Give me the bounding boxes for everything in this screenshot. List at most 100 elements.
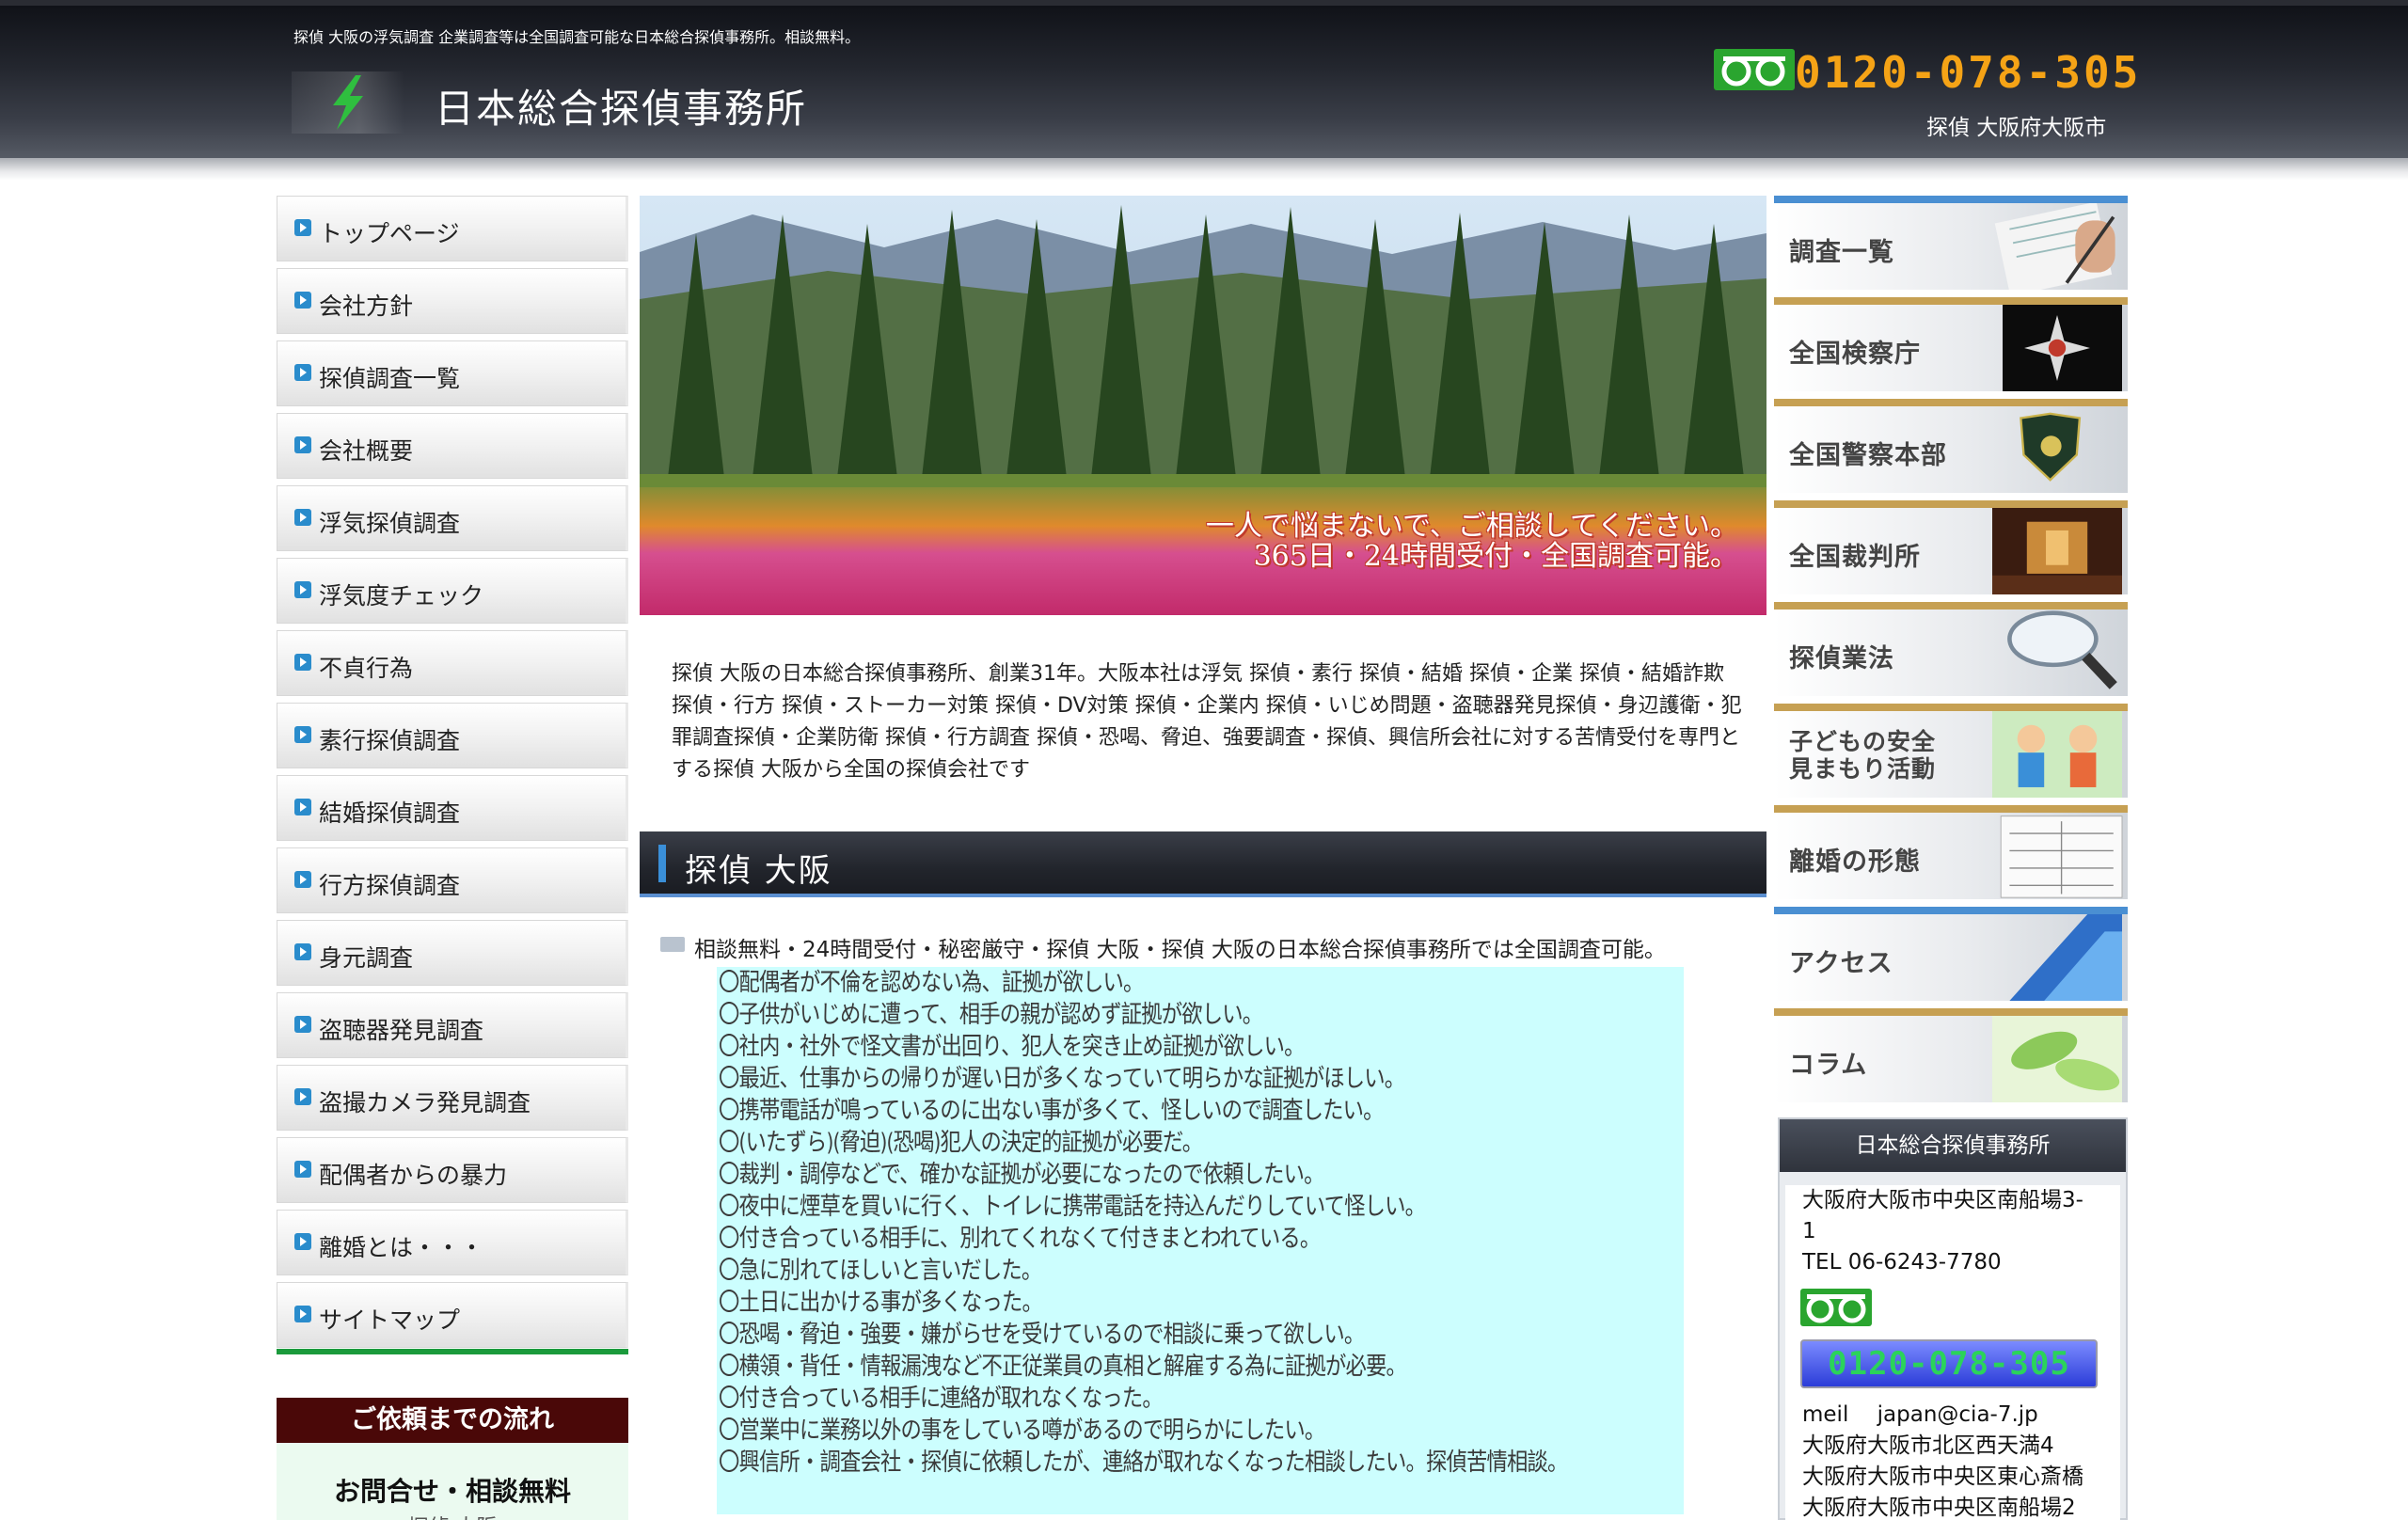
arrow-bullet-icon xyxy=(294,799,311,815)
banner-investigation-list[interactable]: 調査一覧 xyxy=(1774,196,2128,290)
sidebar-banners: 調査一覧 全国検察庁 全国警察本部 全国裁判所 探偵業法 子どもの安全 見まもり… xyxy=(1774,196,2128,1110)
list-item: 〇営業中に業務以外の事をしている噂があるので明らかにしたい。 xyxy=(719,1417,1325,1445)
nav-label: 盗聴器発見調査 xyxy=(319,1017,484,1044)
magnifier-icon xyxy=(2007,610,2117,689)
hero-banner-image: 一人で悩まないで、ご相談してください。 365日・24時間受付・全国調査可能。 xyxy=(640,196,1766,615)
nav-label: サイトマップ xyxy=(319,1306,461,1334)
banner-label: コラム xyxy=(1789,1051,1868,1080)
nav-item-bug-detection[interactable]: 盗聴器発見調査 xyxy=(277,992,628,1058)
nav-item-infidelity-check[interactable]: 浮気度チェック xyxy=(277,558,628,624)
banner-label: 全国裁判所 xyxy=(1789,543,1921,572)
banner-label: 探偵業法 xyxy=(1789,644,1894,673)
banner-label: 離婚の形態 xyxy=(1789,847,1921,877)
free-dial-icon xyxy=(1800,1289,1872,1326)
office-address-cont: 1 xyxy=(1802,1219,1816,1243)
nav-item-background[interactable]: 身元調査 xyxy=(277,920,628,986)
office-details: 大阪府大阪市中央区南船場3- 1 TEL 06-6243-7780 0120-0… xyxy=(1785,1185,2120,1520)
branch-address: 大阪府大阪市中央区南船場2 xyxy=(1802,1496,2076,1520)
nav-label: 配偶者からの暴力 xyxy=(319,1162,508,1189)
nav-label: 不貞行為 xyxy=(319,655,414,682)
nav-item-missing-person[interactable]: 行方探偵調査 xyxy=(277,847,628,913)
nav-item-divorce[interactable]: 離婚とは・・・ xyxy=(277,1210,628,1275)
header-divider xyxy=(0,158,2408,181)
banner-label: 全国検察庁 xyxy=(1789,340,1921,369)
arrow-bullet-icon xyxy=(294,1233,311,1250)
arrow-bullet-icon xyxy=(294,654,311,671)
nav-item-adultery[interactable]: 不貞行為 xyxy=(277,630,628,696)
list-item: 〇土日に出かける事が多くなった。 xyxy=(719,1289,1043,1317)
list-item: 〇子供がいじめに遭って、相手の親が認めず証拠が欲しい。 xyxy=(719,1001,1263,1029)
arrow-bullet-icon xyxy=(294,219,311,236)
office-title: 日本総合探偵事務所 xyxy=(1780,1119,2126,1172)
arrow-bullet-icon xyxy=(294,1161,311,1178)
list-item: 〇(いたずら)(脅迫)(恐喝)犯人の決定的証拠が必要だ。 xyxy=(719,1129,1203,1157)
nav-label: 結婚探偵調査 xyxy=(319,800,461,827)
banner-courts[interactable]: 全国裁判所 xyxy=(1774,500,2128,594)
arrow-bullet-icon xyxy=(294,509,311,526)
case-list: 〇配偶者が不倫を認めない為、証拠が欲しい。 〇子供がいじめに遭って、相手の親が認… xyxy=(717,967,1684,1514)
hero-message: 一人で悩まないで、ご相談してください。 365日・24時間受付・全国調査可能。 xyxy=(1206,512,1738,572)
nav-item-sitemap[interactable]: サイトマップ xyxy=(277,1282,628,1348)
list-item: 〇横領・背任・情報漏洩など不正従業員の真相と解雇する為に証拠が必要。 xyxy=(719,1353,1407,1381)
lead-text: 相談無料・24時間受付・秘密厳守・探偵 大阪・探偵 大阪の日本総合探偵事務所では… xyxy=(694,938,1666,962)
banner-divorce-types[interactable]: 離婚の形態 xyxy=(1774,805,2128,899)
arrow-bullet-icon xyxy=(294,436,311,453)
flow-subtext: 探偵 大阪 xyxy=(277,1511,628,1520)
branch-address: 大阪府大阪市中央区東心斎橋 xyxy=(1802,1465,2083,1489)
free-dial-icon xyxy=(1714,49,1795,90)
police-badge-icon xyxy=(2020,412,2082,482)
left-navigation: トップページ 会社方針 探偵調査一覧 会社概要 浮気探偵調査 浮気度チェック 不… xyxy=(277,196,628,1354)
list-item: 〇裁判・調停などで、確かな証拠が必要になったので依頼したい。 xyxy=(719,1161,1325,1189)
hero-line-2: 365日・24時間受付・全国調査可能。 xyxy=(1253,540,1738,573)
banner-detective-law[interactable]: 探偵業法 xyxy=(1774,602,2128,696)
nav-item-top[interactable]: トップページ xyxy=(277,196,628,261)
office-mail[interactable]: meil japan@cia-7.jp xyxy=(1802,1400,2038,1431)
nav-label: 探偵調査一覧 xyxy=(319,365,461,392)
site-name[interactable]: 日本総合探偵事務所 xyxy=(435,77,807,135)
nav-item-company-overview[interactable]: 会社概要 xyxy=(277,413,628,479)
nav-item-camera-detection[interactable]: 盗撮カメラ発見調査 xyxy=(277,1065,628,1131)
nav-label: トップページ xyxy=(319,220,460,247)
banner-child-safety[interactable]: 子どもの安全 見まもり活動 xyxy=(1774,704,2128,798)
banner-prosecutors-office[interactable]: 全国検察庁 xyxy=(1774,297,2128,391)
prosecutor-emblem-icon xyxy=(2003,305,2122,391)
header-tagline: 探偵 大阪の浮気調査 企業調査等は全国調査可能な日本総合探偵事務所。相談無料。 xyxy=(293,28,861,46)
office-info-box: 日本総合探偵事務所 大阪府大阪市中央区南船場3- 1 TEL 06-6243-7… xyxy=(1778,1117,2128,1520)
nav-label: 身元調査 xyxy=(319,944,414,972)
list-item: 〇社内・社外で怪文書が出回り、犯人を突き止め証拠が欲しい。 xyxy=(719,1033,1305,1061)
nav-item-conduct[interactable]: 素行探偵調査 xyxy=(277,703,628,768)
courtroom-icon xyxy=(1992,508,2122,594)
nav-item-policy[interactable]: 会社方針 xyxy=(277,268,628,334)
arrow-bullet-icon xyxy=(294,1306,311,1322)
section-header: 探偵 大阪 xyxy=(640,831,1766,897)
banner-label: 子どもの安全 見まもり活動 xyxy=(1789,728,1936,783)
arrow-bullet-icon xyxy=(294,1016,311,1033)
nav-item-domestic-violence[interactable]: 配偶者からの暴力 xyxy=(277,1137,628,1203)
nav-label: 素行探偵調査 xyxy=(319,727,461,754)
form-document-icon xyxy=(2000,815,2123,898)
nav-label: 離婚とは・・・ xyxy=(319,1234,484,1261)
free-phone-button[interactable]: 0120-078-305 xyxy=(1800,1339,2098,1388)
list-item: 〇携帯電話が鳴っているのに出ない事が多くて、怪しいので調査したい。 xyxy=(719,1097,1384,1125)
arrow-bullet-icon xyxy=(294,581,311,598)
header-phone[interactable]: 0120-078-305 xyxy=(1795,47,2141,98)
list-item: 〇配偶者が不倫を認めない為、証拠が欲しい。 xyxy=(719,969,1144,997)
banner-police-hq[interactable]: 全国警察本部 xyxy=(1774,399,2128,493)
nav-label: 行方探偵調査 xyxy=(319,872,461,899)
section-accent xyxy=(658,845,666,882)
arrow-bullet-icon xyxy=(294,943,311,960)
lead-bullet-icon xyxy=(660,937,685,952)
banner-access[interactable]: アクセス xyxy=(1774,907,2128,1001)
office-address: 大阪府大阪市中央区南船場3- xyxy=(1802,1188,2083,1212)
office-tel[interactable]: TEL 06-6243-7780 xyxy=(1802,1247,2002,1278)
site-header: 探偵 大阪の浮気調査 企業調査等は全国調査可能な日本総合探偵事務所。相談無料。 … xyxy=(0,0,2408,158)
nav-label: 会社方針 xyxy=(319,293,414,320)
nav-item-investigation-list[interactable]: 探偵調査一覧 xyxy=(277,340,628,406)
nav-item-marriage[interactable]: 結婚探偵調査 xyxy=(277,775,628,841)
nav-divider xyxy=(277,1349,628,1354)
logo-lightning-icon[interactable] xyxy=(292,71,404,134)
flow-heading: ご依頼までの流れ xyxy=(277,1398,628,1443)
arrow-bullet-icon xyxy=(294,871,311,888)
nav-item-infidelity[interactable]: 浮気探偵調査 xyxy=(277,485,628,551)
banner-column[interactable]: コラム xyxy=(1774,1008,2128,1102)
